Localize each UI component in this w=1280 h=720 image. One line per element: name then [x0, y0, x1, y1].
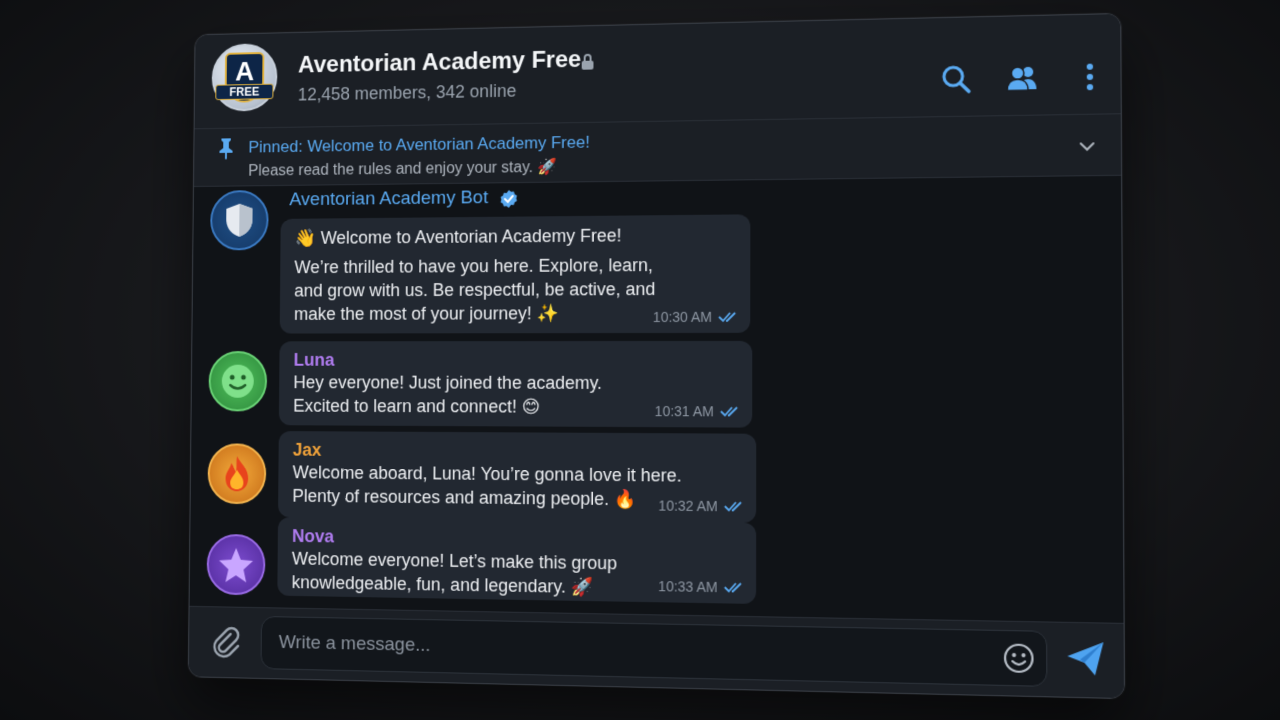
lock-icon	[580, 53, 596, 70]
message-bubble[interactable]: Luna Hey everyone! Just joined the acade…	[278, 340, 753, 428]
message-meta: 10:32 AM	[658, 497, 744, 514]
message-meta: 10:30 AM	[653, 309, 738, 325]
message-time: 10:30 AM	[652, 308, 713, 326]
verified-badge-icon	[500, 189, 518, 208]
message-meta: 10:31 AM	[655, 403, 740, 419]
double-check-icon	[718, 311, 738, 323]
chevron-down-icon[interactable]	[1078, 137, 1097, 156]
double-check-icon	[720, 405, 740, 417]
message-input-placeholder: Write a message...	[278, 632, 431, 656]
message-heading: 👋 Welcome to Aventorian Academy Free!	[294, 225, 622, 248]
message-line: and grow with us. Be respectful, be acti…	[294, 279, 656, 301]
jax-avatar[interactable]	[207, 443, 267, 505]
members-icon[interactable]	[1005, 61, 1041, 96]
double-check-icon	[724, 500, 744, 512]
pin-icon	[219, 138, 233, 160]
chat-header: A FREE Aventorian Academy Free 12,458 me…	[194, 14, 1121, 130]
message-bubble[interactable]: Jax Welcome aboard, Luna! You’re gonna l…	[278, 431, 757, 523]
fire-icon	[225, 456, 249, 492]
logo-letter: A	[234, 56, 255, 87]
message-bubble[interactable]: Nova Welcome everyone! Let’s make this g…	[277, 517, 757, 604]
message-line: Hey everyone! Just joined the academy.	[293, 372, 603, 393]
message-composer: Write a message...	[188, 605, 1124, 699]
bot-avatar[interactable]	[210, 189, 269, 251]
pinned-title: Pinned: Welcome to Aventorian Academy Fr…	[248, 132, 590, 157]
group-avatar[interactable]: A FREE	[211, 43, 278, 112]
message-list[interactable]: Aventorian Academy Bot 👋 Welcome to Aven…	[189, 175, 1124, 623]
luna-sender-name[interactable]: Luna	[294, 349, 739, 371]
smiley-icon	[221, 364, 254, 398]
bot-sender-name[interactable]: Aventorian Academy Bot	[289, 187, 488, 211]
group-title[interactable]: Aventorian Academy Free	[298, 46, 581, 79]
double-check-icon	[724, 581, 744, 594]
pinned-text: Please read the rules and enjoy your sta…	[248, 158, 557, 180]
message-time: 10:31 AM	[654, 403, 714, 420]
send-icon[interactable]	[1064, 637, 1107, 680]
chat-window: A FREE Aventorian Academy Free 12,458 me…	[187, 12, 1126, 700]
logo-free-badge: FREE	[215, 83, 274, 101]
message-bubble[interactable]: 👋 Welcome to Aventorian Academy Free! We…	[279, 214, 751, 334]
star-icon	[218, 547, 254, 583]
shield-icon	[226, 203, 253, 237]
paperclip-icon[interactable]	[210, 625, 242, 659]
group-members-count: 12,458 members, 342 online	[297, 80, 517, 105]
message-time: 10:32 AM	[658, 497, 718, 515]
search-icon[interactable]	[939, 62, 974, 97]
message-input[interactable]: Write a message...	[260, 615, 1048, 687]
nova-avatar[interactable]	[206, 533, 266, 596]
message-time: 10:33 AM	[658, 578, 718, 596]
emoji-icon[interactable]	[1002, 641, 1036, 675]
message-meta: 10:33 AM	[658, 578, 744, 596]
message-line: We’re thrilled to have you here. Explore…	[294, 255, 654, 278]
more-vertical-icon[interactable]	[1072, 59, 1108, 94]
luna-avatar[interactable]	[208, 351, 268, 412]
